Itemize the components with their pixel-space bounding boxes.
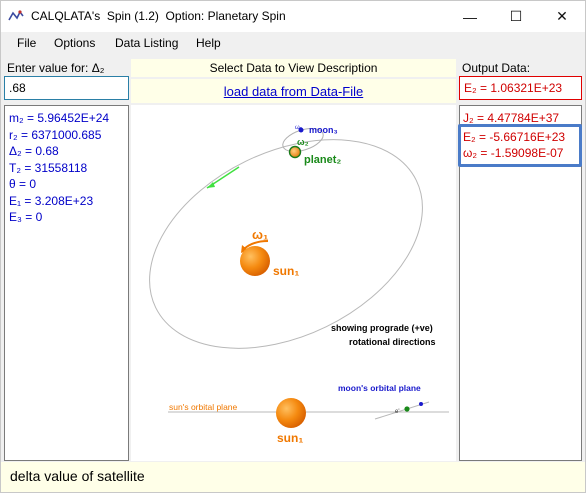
sun-label: sun₁ bbox=[273, 264, 299, 278]
sun-side-label: sun₁ bbox=[277, 431, 303, 445]
orbit-diagram: ω₃ moon₃ ω₂ planet₂ ω₁ sun₁ showing prog… bbox=[131, 105, 456, 461]
planet-body bbox=[288, 145, 302, 159]
menu-file[interactable]: File bbox=[17, 36, 36, 50]
maximize-icon: ☐ bbox=[509, 8, 523, 24]
caption-line-1: showing prograde (+ve) bbox=[331, 323, 433, 333]
input-data-list[interactable]: m₂ = 5.96452E+24 r₂ = 6371000.685 Δ₂ = 0… bbox=[4, 105, 129, 461]
input-item-period[interactable]: T₂ = 31558118 bbox=[9, 161, 124, 178]
output-data-list[interactable]: J₂ = 4.47784E+37 E₂ = -5.66716E+23 ω₂ = … bbox=[459, 105, 582, 461]
caption-line-2: rotational directions bbox=[349, 337, 436, 347]
moon-orbital-plane-label: moon's orbital plane bbox=[338, 383, 421, 393]
moon-side-body bbox=[419, 402, 423, 406]
input-label: Enter value for: Δ₂ bbox=[7, 61, 105, 75]
orbit-diagram-svg: ω₃ moon₃ ω₂ planet₂ ω₁ sun₁ showing prog… bbox=[149, 125, 449, 445]
minimize-icon: — bbox=[463, 8, 477, 25]
omega2-label: ω₂ bbox=[297, 137, 309, 147]
close-icon: ✕ bbox=[556, 8, 568, 24]
sun-body bbox=[240, 246, 270, 276]
input-item-e1[interactable]: E₁ = 3.208E+23 bbox=[9, 194, 124, 211]
sun-orbital-plane-label: sun's orbital plane bbox=[169, 402, 238, 412]
load-data-link[interactable]: load data from Data-File bbox=[131, 79, 456, 103]
window-title: CALQLATA's Spin (1.2) Option: Planetary … bbox=[31, 9, 286, 23]
value-input[interactable]: .68 bbox=[4, 76, 129, 100]
omega1-label: ω₁ bbox=[252, 227, 268, 242]
menu-bar: File Options Data Listing Help bbox=[1, 32, 585, 55]
menu-help[interactable]: Help bbox=[196, 36, 221, 50]
omega3-label: ω₃ bbox=[295, 125, 303, 131]
input-item-radius[interactable]: r₂ = 6371000.685 bbox=[9, 128, 124, 145]
planet-side-body bbox=[404, 406, 410, 412]
sun-side-body bbox=[276, 398, 306, 428]
menu-options[interactable]: Options bbox=[54, 36, 95, 50]
output-value-field[interactable]: E₂ = 1.06321E+23 bbox=[459, 76, 582, 100]
status-bar: delta value of satellite bbox=[1, 462, 585, 492]
output-item-e2[interactable]: E₂ = -5.66716E+23 bbox=[463, 130, 578, 146]
input-item-delta[interactable]: Δ₂ = 0.68 bbox=[9, 144, 124, 161]
input-item-e3[interactable]: E₃ = 0 bbox=[9, 210, 124, 227]
input-item-theta[interactable]: θ = 0 bbox=[9, 177, 124, 194]
input-item-mass[interactable]: m₂ = 5.96452E+24 bbox=[9, 111, 124, 128]
output-item-j2[interactable]: J₂ = 4.47784E+37 bbox=[463, 111, 578, 127]
app-window: CALQLATA's Spin (1.2) Option: Planetary … bbox=[0, 0, 586, 493]
description-header: Select Data to View Description bbox=[131, 59, 456, 77]
planet-label: planet₂ bbox=[304, 154, 341, 166]
moon-label: moon₃ bbox=[309, 125, 338, 135]
title-bar[interactable]: CALQLATA's Spin (1.2) Option: Planetary … bbox=[1, 1, 585, 32]
close-button[interactable]: ✕ bbox=[539, 1, 585, 32]
maximize-button[interactable]: ☐ bbox=[493, 1, 539, 32]
output-item-omega2[interactable]: ω₂ = -1.59098E-07 bbox=[463, 146, 578, 162]
app-icon bbox=[8, 10, 24, 21]
e-prime-label: e' bbox=[395, 409, 399, 415]
output-label: Output Data: bbox=[462, 61, 531, 75]
menu-data-listing[interactable]: Data Listing bbox=[115, 36, 178, 50]
minimize-button[interactable]: — bbox=[447, 1, 493, 32]
